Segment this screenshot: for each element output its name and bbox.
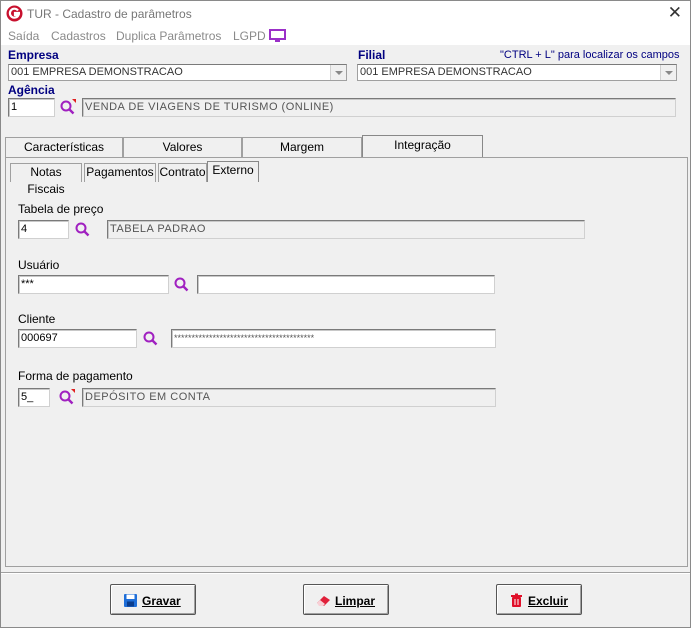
tab-integracao[interactable]: Integração: [362, 135, 483, 157]
app-logo-icon: [6, 5, 23, 22]
menu-cadastros[interactable]: Cadastros: [51, 29, 106, 43]
clear-button[interactable]: Limpar: [303, 584, 389, 615]
cliente-code-input[interactable]: 000697: [18, 329, 137, 348]
monitor-icon[interactable]: [269, 29, 286, 43]
save-button-label: Gravar: [142, 594, 181, 608]
search-icon[interactable]: [173, 275, 191, 293]
empresa-label: Empresa: [8, 48, 59, 62]
menu-lgpd[interactable]: LGPD: [233, 29, 266, 43]
tab-valores[interactable]: Valores: [123, 137, 242, 157]
empresa-value: 001 EMPRESA DEMONSTRACAO: [11, 66, 183, 78]
filial-select[interactable]: 001 EMPRESA DEMONSTRACAO: [357, 64, 677, 81]
menu-duplica-parametros[interactable]: Duplica Parâmetros: [116, 29, 221, 43]
forma-pagamento-code-input[interactable]: 5_: [18, 388, 50, 407]
tabela-code-input[interactable]: 4: [18, 220, 69, 239]
subtab-notas-fiscais[interactable]: Notas Fiscais: [10, 163, 82, 196]
usuario-description: [197, 275, 495, 294]
delete-button[interactable]: Excluir: [496, 584, 582, 615]
subtab-pagamentos[interactable]: Pagamentos: [84, 163, 156, 182]
search-icon[interactable]: [142, 329, 160, 347]
tab-panel: Notas Fiscais Pagamentos Contrato Extern…: [5, 157, 688, 567]
forma-pagamento-label: Forma de pagamento: [18, 369, 133, 383]
agencia-code-input[interactable]: 1: [8, 98, 55, 117]
clear-button-label: Limpar: [335, 594, 376, 608]
main-window: TUR - Cadastro de parâmetros ✕ Saída Cad…: [0, 0, 691, 628]
close-icon[interactable]: ✕: [668, 4, 682, 22]
search-hint: "CTRL + L" para localizar os campos: [500, 49, 680, 61]
chevron-down-icon[interactable]: [330, 65, 346, 80]
tabela-label: Tabela de preço: [18, 202, 104, 216]
menu-saida[interactable]: Saída: [8, 29, 39, 43]
trash-icon: [511, 593, 522, 607]
search-icon[interactable]: [59, 98, 77, 116]
filial-value: 001 EMPRESA DEMONSTRACAO: [360, 66, 532, 78]
floppy-disk-icon: [124, 594, 137, 607]
window-title: TUR - Cadastro de parâmetros: [27, 7, 192, 21]
search-icon[interactable]: [74, 220, 92, 238]
chevron-down-icon[interactable]: [660, 65, 676, 80]
title-bar: TUR - Cadastro de parâmetros ✕: [1, 1, 690, 27]
subtab-externo[interactable]: Externo: [207, 161, 259, 182]
filial-label: Filial: [358, 48, 386, 62]
save-button[interactable]: Gravar: [110, 584, 196, 615]
eraser-icon: [317, 596, 330, 606]
tab-caracteristicas[interactable]: Características: [5, 137, 123, 157]
forma-pagamento-description: DEPÓSITO EM CONTA: [82, 388, 496, 407]
tabela-description: TABELA PADRAO: [107, 220, 585, 239]
divider: [1, 572, 690, 574]
agencia-label: Agência: [8, 83, 55, 97]
menu-bar: Saída Cadastros Duplica Parâmetros LGPD: [1, 27, 690, 45]
cliente-label: Cliente: [18, 312, 56, 326]
cliente-description: ****************************************: [171, 329, 496, 348]
tab-margem[interactable]: Margem: [242, 137, 362, 157]
search-icon[interactable]: [58, 388, 76, 406]
agencia-description: VENDA DE VIAGENS DE TURISMO (ONLINE): [82, 98, 676, 117]
delete-button-label: Excluir: [528, 594, 569, 608]
subtab-contrato[interactable]: Contrato: [158, 163, 207, 182]
usuario-label: Usuário: [18, 258, 60, 272]
usuario-code-input[interactable]: ***: [18, 275, 169, 294]
empresa-select[interactable]: 001 EMPRESA DEMONSTRACAO: [8, 64, 347, 81]
